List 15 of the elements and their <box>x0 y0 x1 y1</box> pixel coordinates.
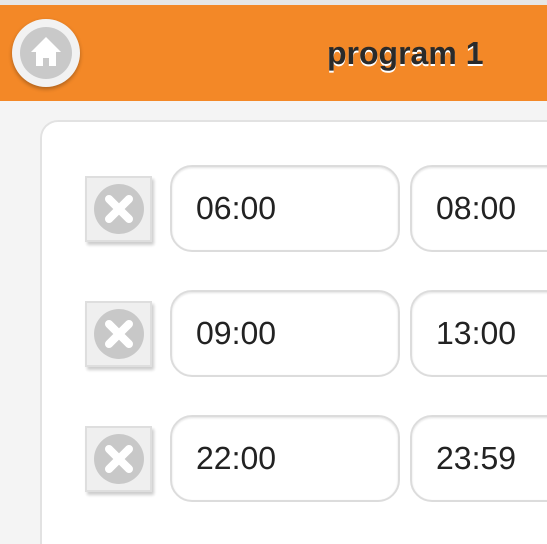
time-field[interactable]: 13:00 <box>410 290 547 377</box>
time-field[interactable]: 06:00 <box>170 165 400 252</box>
time-field[interactable]: 22:00 <box>170 415 400 502</box>
time-field[interactable]: 23:59 <box>410 415 547 502</box>
home-button[interactable] <box>12 19 80 87</box>
close-icon <box>94 434 144 484</box>
close-icon <box>94 184 144 234</box>
delete-button[interactable] <box>85 176 152 242</box>
close-icon <box>94 308 144 358</box>
home-icon <box>18 25 74 81</box>
time-field[interactable]: 08:00 <box>410 165 547 252</box>
delete-button[interactable] <box>85 426 152 492</box>
time-field[interactable]: 09:00 <box>170 290 400 377</box>
delete-button[interactable] <box>85 300 152 366</box>
page-title: program 1 <box>327 34 484 73</box>
